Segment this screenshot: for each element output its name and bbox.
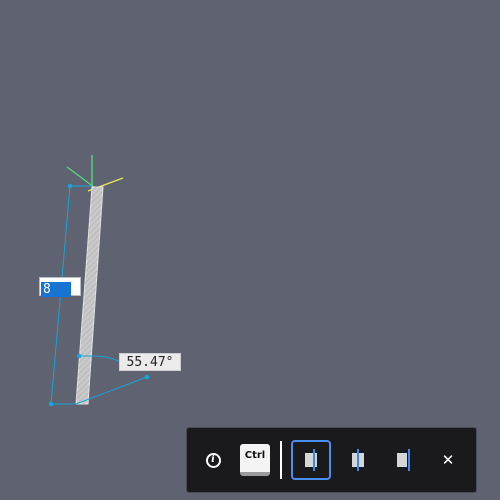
length-input[interactable]: 8 [39,277,81,297]
drawing-canvas[interactable] [0,0,500,500]
align-left-icon [305,449,317,471]
align-right-icon [397,449,410,471]
align-center-button[interactable] [338,440,378,480]
ctrl-key-icon: Ctrl [240,444,270,476]
close-button[interactable]: ✕ [428,440,468,480]
ctrl-key-hint[interactable]: Ctrl [235,440,275,480]
length-input-value[interactable]: 8 [41,282,71,297]
drawing-viewport[interactable]: 8 55.47° [0,0,500,500]
snap-point-bottom[interactable] [48,401,54,407]
info-button[interactable]: i [193,440,233,480]
close-icon: ✕ [441,451,455,469]
snap-point-angle-end[interactable] [144,374,150,380]
snap-point-top[interactable] [67,183,73,189]
angle-readout: 55.47° [119,353,181,371]
align-left-button[interactable] [291,440,331,480]
align-right-button[interactable] [385,440,425,480]
align-center-icon [352,449,364,471]
snap-point-angle[interactable] [76,353,82,359]
toolbar-divider [280,441,282,479]
ctrl-key-label: Ctrl [244,450,266,461]
wall-alignment-toolbar: i Ctrl ✕ [186,427,477,493]
info-icon: i [205,452,221,468]
